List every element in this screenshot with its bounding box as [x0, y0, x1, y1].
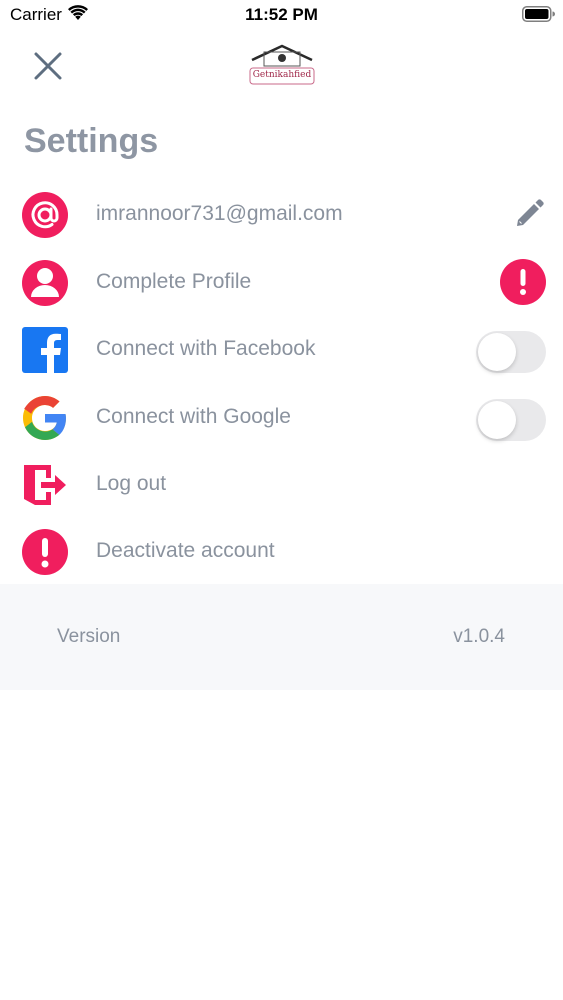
version-value: v1.0.4	[453, 626, 505, 647]
status-time: 11:52 PM	[245, 5, 318, 24]
close-icon	[34, 52, 62, 80]
close-button[interactable]	[30, 48, 66, 84]
logout-label: Log out	[96, 472, 167, 495]
settings-row-logout[interactable]: Log out	[0, 454, 563, 514]
version-label: Version	[57, 626, 121, 647]
edit-email-button[interactable]	[512, 196, 546, 230]
status-bar: Carrier 11:52 PM	[0, 0, 563, 30]
email-label: imrannoor731@gmail.com	[96, 202, 343, 225]
battery-icon	[522, 6, 555, 22]
logo-house-icon	[249, 44, 315, 85]
settings-row-facebook[interactable]: Connect with Facebook	[0, 319, 563, 379]
toggle-knob	[478, 401, 516, 439]
at-icon	[22, 192, 68, 238]
settings-row-deactivate[interactable]: Deactivate account	[0, 521, 563, 581]
logo-text: Getnikahfied	[252, 70, 312, 80]
google-icon	[23, 396, 66, 440]
settings-row-google[interactable]: Connect with Google	[0, 387, 563, 447]
app-logo: Getnikahfied	[246, 42, 318, 90]
complete-profile-label: Complete Profile	[96, 270, 252, 293]
user-icon	[22, 260, 68, 306]
deactivate-label: Deactivate account	[96, 539, 275, 562]
pencil-icon	[517, 199, 544, 226]
logout-icon	[24, 465, 66, 505]
settings-row-complete-profile[interactable]: Complete Profile	[0, 252, 563, 312]
settings-row-email[interactable]: imrannoor731@gmail.com	[0, 184, 563, 244]
google-label: Connect with Google	[96, 405, 291, 428]
toggle-knob	[478, 333, 516, 371]
version-section: Version v1.0.4	[0, 584, 563, 690]
alert-icon	[500, 259, 546, 305]
facebook-icon	[22, 327, 68, 373]
alert-icon	[22, 529, 68, 575]
facebook-toggle[interactable]	[476, 331, 546, 373]
page-title: Settings	[24, 122, 159, 160]
google-toggle[interactable]	[476, 399, 546, 441]
facebook-label: Connect with Facebook	[96, 337, 316, 360]
